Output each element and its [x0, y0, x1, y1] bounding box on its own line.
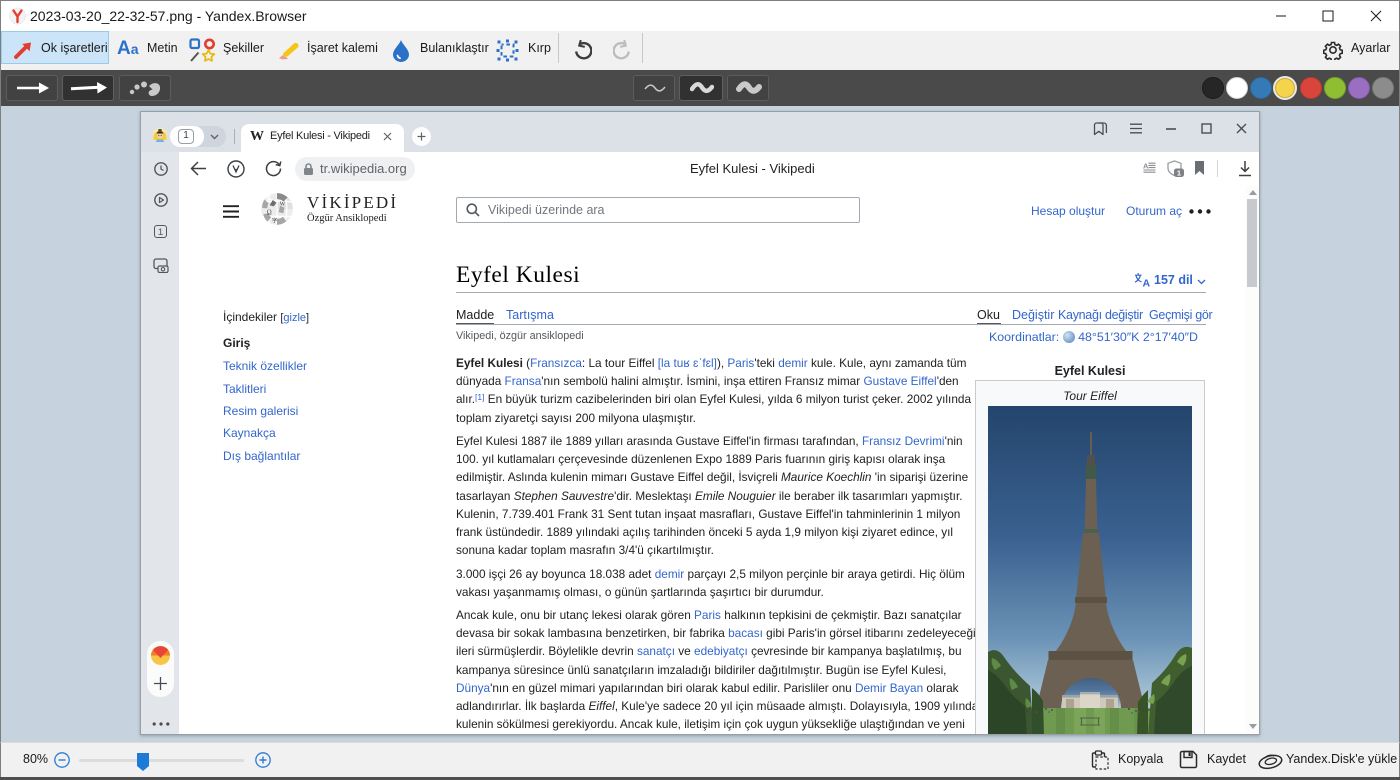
- svg-text:字: 字: [272, 217, 278, 225]
- svg-text:1: 1: [1177, 168, 1181, 177]
- svg-text:A: A: [1143, 162, 1149, 171]
- svg-text:Ω: Ω: [267, 209, 272, 216]
- svg-text:W: W: [280, 201, 286, 207]
- svg-text:A: A: [1143, 278, 1151, 288]
